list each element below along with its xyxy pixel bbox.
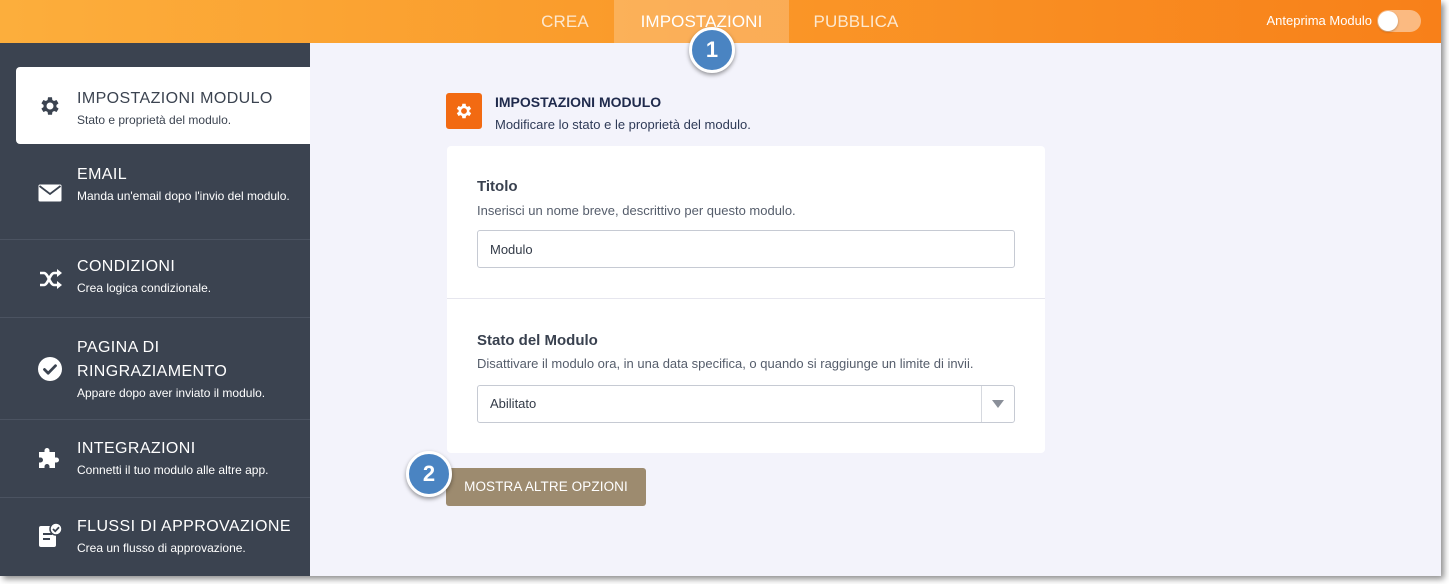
sidebar-item-subtitle: Appare dopo aver inviato il modulo. — [77, 386, 266, 400]
title-field-label: Titolo — [477, 178, 518, 195]
sidebar-item-subtitle: Crea logica condizionale. — [77, 281, 212, 295]
sidebar-item-title: CONDIZIONI — [77, 258, 176, 275]
settings-card: Titolo Inserisci un nome breve, descritt… — [447, 146, 1045, 453]
card-divider — [447, 298, 1045, 299]
check-circle-icon — [36, 355, 64, 383]
app-window: CREA IMPOSTAZIONI PUBBLICA Anteprima Mod… — [0, 0, 1441, 576]
sidebar-item-flussi-approvazione[interactable]: FLUSSI DI APPROVAZIONE Crea un flusso di… — [0, 498, 310, 576]
sidebar-item-pagina-ringraziamento[interactable]: PAGINA DI RINGRAZIAMENTO Appare dopo ave… — [0, 318, 310, 420]
callout-badge-2: 2 — [406, 451, 452, 497]
toggle-knob — [1378, 11, 1398, 31]
sidebar-item-condizioni[interactable]: CONDIZIONI Crea logica condizionale. — [0, 240, 310, 318]
select-separator — [981, 386, 982, 422]
sidebar-item-title: FLUSSI DI APPROVAZIONE — [77, 518, 291, 535]
settings-section-icon — [446, 93, 482, 129]
gear-icon — [456, 103, 472, 119]
title-field-hint: Inserisci un nome breve, descrittivo per… — [477, 203, 796, 218]
status-field-hint: Disattivare il modulo ora, in una data s… — [477, 356, 974, 371]
tab-pubblica[interactable]: PUBBLICA — [789, 0, 923, 43]
tab-crea[interactable]: CREA — [516, 0, 614, 43]
preview-label: Anteprima Modulo — [1266, 13, 1373, 28]
show-more-options-button[interactable]: MOSTRA ALTRE OPZIONI — [446, 468, 646, 506]
chevron-down-icon — [992, 400, 1004, 408]
status-field-label: Stato del Modulo — [477, 332, 598, 349]
gear-icon — [36, 92, 64, 120]
sidebar-item-integrazioni[interactable]: INTEGRAZIONI Connetti il tuo modulo alle… — [0, 420, 310, 498]
callout-badge-1: 1 — [689, 27, 735, 73]
envelope-icon — [36, 179, 64, 207]
sidebar-item-title: EMAIL — [77, 166, 128, 183]
sidebar-item-subtitle: Manda un'email dopo l'invio del modulo. — [77, 189, 290, 203]
section-title: IMPOSTAZIONI MODULO — [495, 94, 662, 110]
sidebar-item-subtitle: Stato e proprietà del modulo. — [77, 113, 232, 127]
shuffle-icon — [36, 265, 64, 293]
sidebar-item-title: IMPOSTAZIONI MODULO — [77, 90, 273, 107]
sidebar-item-impostazioni-modulo[interactable]: IMPOSTAZIONI MODULO Stato e proprietà de… — [16, 67, 310, 144]
status-select[interactable]: Abilitato — [477, 385, 1015, 423]
section-subtitle: Modificare lo stato e le proprietà del m… — [495, 117, 751, 132]
status-select-value: Abilitato — [490, 396, 537, 411]
sidebar-item-title: INTEGRAZIONI — [77, 440, 196, 457]
sidebar-item-subtitle: Crea un flusso di approvazione. — [77, 541, 246, 555]
sidebar-item-title: PAGINA DI RINGRAZIAMENTO — [77, 339, 228, 380]
title-input[interactable] — [477, 230, 1015, 268]
approval-icon — [36, 522, 64, 550]
settings-sidebar: IMPOSTAZIONI MODULO Stato e proprietà de… — [0, 43, 310, 576]
puzzle-icon — [36, 444, 64, 472]
preview-toggle[interactable] — [1377, 10, 1421, 32]
sidebar-item-subtitle: Connetti il tuo modulo alle altre app. — [77, 463, 269, 477]
sidebar-item-email[interactable]: EMAIL Manda un'email dopo l'invio del mo… — [0, 144, 310, 240]
